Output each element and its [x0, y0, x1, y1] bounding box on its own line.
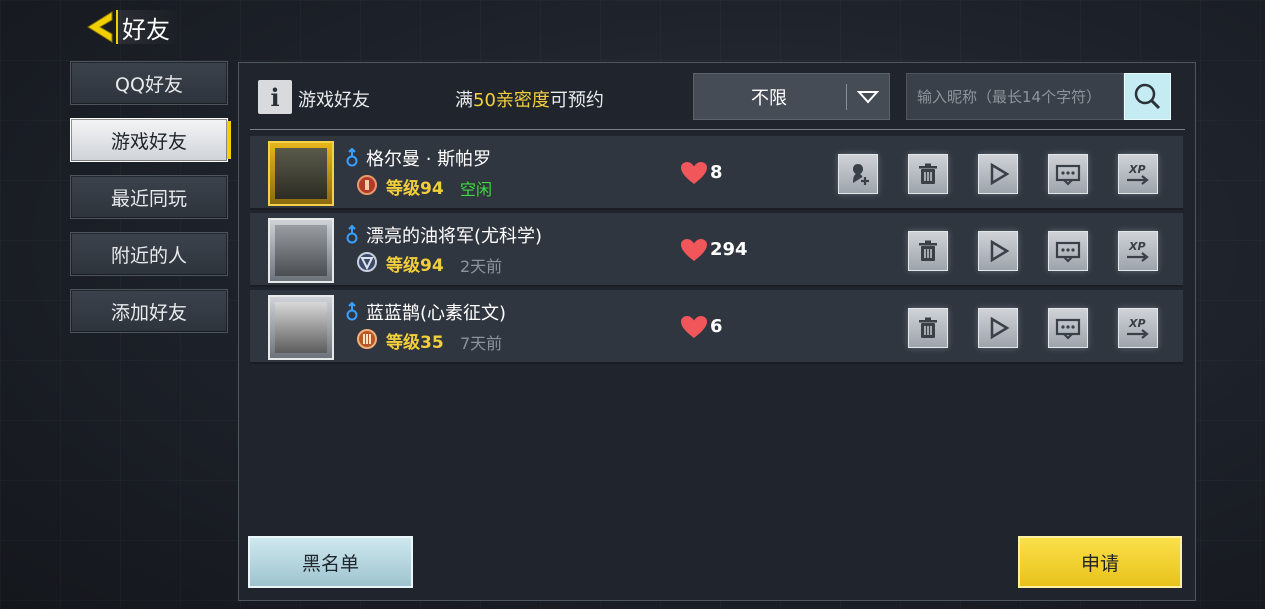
sidebar-item-label: QQ好友 — [115, 73, 183, 96]
friend-name: 格尔曼 · 斯帕罗 — [366, 149, 492, 170]
heart-icon — [681, 239, 707, 261]
sidebar-item-add-friend[interactable]: 添加好友 — [70, 289, 228, 333]
friend-row[interactable]: 蓝蓝鹊(心素征文) 等级35 7天前 6 XP — [250, 290, 1183, 364]
intimacy-value: 294 — [710, 239, 748, 260]
male-icon — [346, 302, 358, 321]
chat-button[interactable] — [1048, 231, 1088, 271]
trash-icon — [919, 317, 937, 338]
xp-transfer-icon: XP — [1127, 240, 1149, 262]
friend-level: 等级94 — [386, 256, 444, 276]
svg-text:XP: XP — [1128, 163, 1146, 176]
filter-dropdown[interactable]: 不限 — [693, 73, 890, 120]
view-replay-button[interactable] — [978, 308, 1018, 348]
friend-row[interactable]: 格尔曼 · 斯帕罗 等级94 空闲 8 XP — [250, 136, 1183, 210]
male-icon — [346, 225, 358, 244]
send-xp-button[interactable]: XP — [1118, 308, 1158, 348]
panel-title: 游戏好友 — [298, 90, 370, 111]
avatar[interactable] — [268, 295, 334, 360]
rank-badge-icon — [357, 329, 377, 349]
chat-icon — [1055, 318, 1081, 340]
play-icon — [990, 162, 1010, 186]
triangle-down-icon — [856, 91, 880, 104]
heart-icon — [681, 162, 707, 184]
delete-friend-button[interactable] — [908, 231, 948, 271]
page-title: 好友 — [116, 10, 182, 44]
chat-button[interactable] — [1048, 308, 1088, 348]
search-button[interactable] — [1124, 73, 1171, 120]
sidebar-item-game-friends[interactable]: 游戏好友 — [70, 118, 231, 162]
sidebar-item-nearby[interactable]: 附近的人 — [70, 232, 228, 276]
svg-text:XP: XP — [1128, 240, 1146, 253]
view-replay-button[interactable] — [978, 154, 1018, 194]
invite-team-button[interactable] — [838, 154, 878, 194]
sidebar-item-label: 最近同玩 — [110, 187, 187, 210]
svg-text:XP: XP — [1128, 317, 1146, 330]
search-icon — [1134, 83, 1161, 110]
trash-icon — [919, 240, 937, 261]
trash-icon — [919, 163, 937, 184]
friend-level: 等级94 — [386, 179, 444, 199]
blacklist-button[interactable]: 黑名单 — [248, 536, 413, 588]
sidebar-item-recent-players[interactable]: 最近同玩 — [70, 175, 228, 219]
friend-status: 空闲 — [460, 180, 493, 199]
rank-badge-icon — [357, 252, 377, 272]
send-xp-button[interactable]: XP — [1118, 231, 1158, 271]
intimacy-value: 6 — [710, 316, 723, 337]
send-xp-button[interactable]: XP — [1118, 154, 1158, 194]
xp-transfer-icon: XP — [1127, 317, 1149, 339]
intimacy-value: 8 — [710, 162, 723, 183]
heart-icon — [681, 316, 707, 338]
sidebar-item-label: 添加好友 — [110, 301, 187, 324]
avatar[interactable] — [268, 218, 334, 283]
header-divider — [250, 129, 1185, 130]
play-icon — [990, 239, 1010, 263]
nickname-search-input[interactable] — [906, 73, 1124, 120]
sidebar-item-label: 附近的人 — [110, 244, 187, 267]
friend-name: 蓝蓝鹊(心素征文) — [366, 303, 507, 324]
apply-button[interactable]: 申请 — [1018, 536, 1182, 588]
chat-icon — [1055, 241, 1081, 263]
xp-transfer-icon: XP — [1127, 163, 1149, 185]
back-button[interactable] — [82, 8, 120, 46]
friend-status: 2天前 — [460, 257, 503, 276]
friend-name: 漂亮的油将军(尤科学) — [366, 226, 543, 247]
sidebar-item-qq-friends[interactable]: QQ好友 — [70, 61, 228, 105]
male-icon — [346, 148, 358, 167]
rank-badge-icon — [357, 175, 377, 195]
intimacy-threshold: 50亲密度 — [473, 90, 550, 111]
view-replay-button[interactable] — [978, 231, 1018, 271]
sidebar-item-label: 游戏好友 — [110, 130, 187, 153]
info-icon[interactable]: i — [258, 80, 292, 114]
avatar[interactable] — [268, 141, 334, 206]
friend-row[interactable]: 漂亮的油将军(尤科学) 等级94 2天前 294 XP — [250, 213, 1183, 287]
filter-selected-value: 不限 — [751, 87, 787, 109]
add-person-icon — [853, 164, 869, 185]
delete-friend-button[interactable] — [908, 308, 948, 348]
friend-status: 7天前 — [460, 334, 503, 353]
intimacy-requirement: 满50亲密度可预约 — [455, 90, 604, 111]
play-icon — [990, 316, 1010, 340]
chat-icon — [1055, 164, 1081, 186]
back-arrow-icon — [87, 11, 113, 43]
friend-level: 等级35 — [386, 333, 444, 353]
chat-button[interactable] — [1048, 154, 1088, 194]
delete-friend-button[interactable] — [908, 154, 948, 194]
